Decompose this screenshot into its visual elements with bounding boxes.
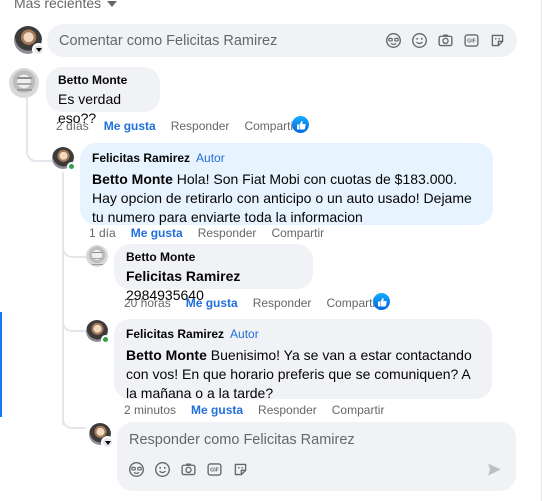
thread-connector [26,140,52,162]
comment-bubble: Betto Monte Felicitas Ramirez 2984935640 [114,244,313,303]
like-button[interactable]: Me gusta [186,296,238,310]
caret-down-icon [107,1,118,7]
author-badge: Autor [230,327,259,341]
share-button[interactable]: Compartir [271,226,324,240]
comment-author[interactable]: Felicitas Ramirez [126,327,224,341]
reply-button[interactable]: Responder [171,119,230,133]
reply-button[interactable]: Responder [253,296,312,310]
comment-actions: 2 minutos Me gusta Responder Compartir [124,403,384,417]
like-reaction-icon[interactable] [292,116,309,133]
share-button[interactable]: Compartir [332,403,385,417]
comment-actions: 1 día Me gusta Responder Compartir [89,226,324,240]
comment-author[interactable]: Betto Monte [126,250,301,264]
reply-input[interactable]: Responder como Felicitas Ramirez GIF [117,422,516,491]
author-badge: Autor [196,151,225,165]
mention-link[interactable]: Felicitas Ramirez [126,268,240,284]
chevron-down-icon[interactable] [101,436,114,449]
avatar-sticker-icon[interactable] [127,460,146,479]
online-status-dot [101,335,110,344]
thread-connector [62,415,86,429]
reply-placeholder: Responder como Felicitas Ramirez [129,432,355,448]
chevron-down-icon[interactable] [32,43,45,56]
comment-actions: 20 horas Me gusta Responder Compartir [124,296,379,310]
comment-timestamp[interactable]: 2 minutos [124,403,176,417]
thread-line [62,172,64,425]
online-status-dot [67,162,76,171]
like-button[interactable]: Me gusta [104,119,156,133]
share-button[interactable]: Compartir [244,119,297,133]
svg-text:GIF: GIF [467,39,477,45]
gif-icon[interactable]: GIF [205,460,224,479]
comment-author[interactable]: Betto Monte [58,73,148,87]
sort-dropdown[interactable]: Más recientes [14,0,118,11]
send-icon[interactable] [485,460,504,479]
comment-input[interactable]: Comentar como Felicitas Ramirez GIF [47,24,517,57]
comment-placeholder: Comentar como Felicitas Ramirez [59,33,278,49]
emoji-icon[interactable] [410,31,429,50]
camera-icon[interactable] [436,31,455,50]
share-button[interactable]: Compartir [326,296,379,310]
comment-bubble: Felicitas Ramirez Autor Betto Monte Bueni… [114,319,492,401]
reply-icons: GIF [127,460,250,479]
like-reaction-icon[interactable] [373,293,390,310]
reply-button[interactable]: Responder [258,403,317,417]
avatar[interactable] [86,245,108,267]
avatar-sticker-icon[interactable] [384,31,403,50]
mention-link[interactable]: Betto Monte [126,347,207,363]
focus-indicator [0,312,2,417]
comment-text: Betto Monte Hola! Son Fiat Mobi con cuot… [92,170,481,227]
avatar[interactable] [9,68,39,98]
comment-actions: 2 días Me gusta Responder Compartir [56,119,297,133]
reply-button[interactable]: Responder [198,226,257,240]
gif-icon[interactable]: GIF [462,31,481,50]
comment-author[interactable]: Felicitas Ramirez [92,151,190,165]
comment-bubble: Felicitas Ramirez Autor Betto Monte Hola!… [80,143,493,225]
camera-icon[interactable] [179,460,198,479]
svg-text:GIF: GIF [210,468,220,474]
sort-label: Más recientes [14,0,102,11]
thread-connector [62,246,86,258]
comment-bubble: Betto Monte Es verdad eso?? [46,67,160,126]
comment-timestamp[interactable]: 20 horas [124,296,171,310]
composer-icons: GIF [384,31,507,50]
thread-connector [62,316,86,332]
mention-link[interactable]: Betto Monte [92,171,173,187]
like-button[interactable]: Me gusta [131,226,183,240]
comment-timestamp[interactable]: 1 día [89,226,116,240]
sticker-icon[interactable] [488,31,507,50]
comment-text: Betto Monte Buenisimo! Ya se van a estar… [126,346,480,403]
sticker-icon[interactable] [231,460,250,479]
like-button[interactable]: Me gusta [191,403,243,417]
emoji-icon[interactable] [153,460,172,479]
comment-timestamp[interactable]: 2 días [56,119,89,133]
